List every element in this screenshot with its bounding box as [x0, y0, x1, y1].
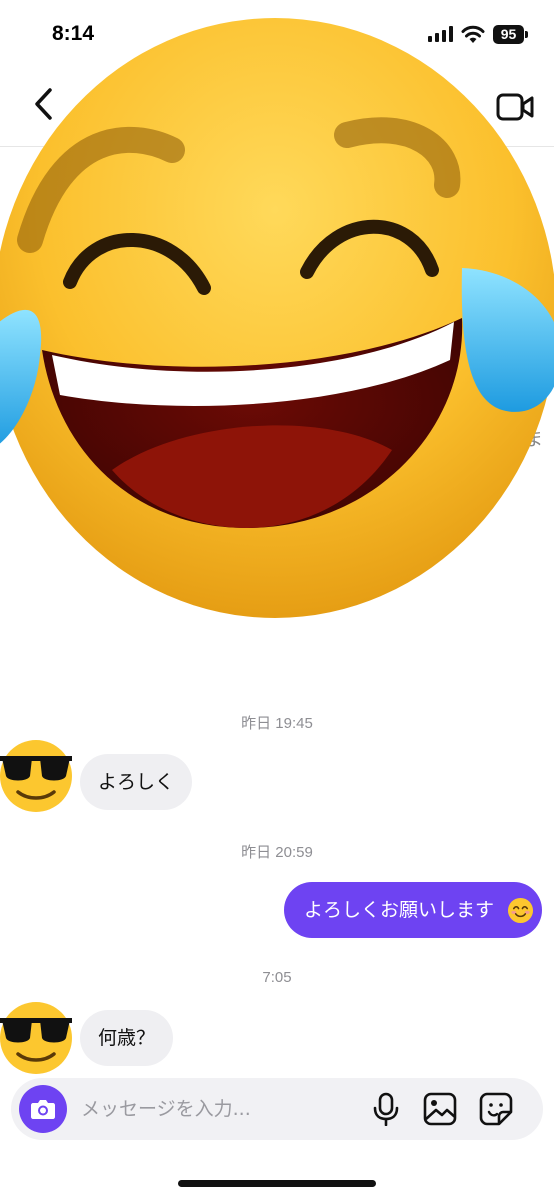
sunglasses-face-avatar-icon[interactable] — [0, 996, 76, 1076]
message-text: よろしく — [98, 771, 175, 793]
message-text: よろしくお願いします — [303, 899, 494, 921]
message-timestamp: 昨日 20:59 — [241, 844, 313, 861]
message-input[interactable] — [81, 1094, 351, 1124]
outgoing-message-bubble[interactable]: よろしくお願いします — [283, 882, 542, 938]
camera-icon — [31, 1100, 55, 1119]
sticker-icon[interactable] — [479, 1092, 513, 1126]
message-timestamp: 7:05 — [262, 969, 292, 986]
status-bar: 8:14 95 — [0, 0, 554, 70]
camera-button[interactable] — [19, 1085, 67, 1133]
microphone-icon[interactable] — [371, 1092, 401, 1126]
home-indicator[interactable] — [178, 1180, 376, 1187]
message-timestamp: 昨日 19:45 — [241, 715, 313, 732]
image-icon[interactable] — [423, 1092, 457, 1126]
incoming-message-bubble[interactable]: よろしく — [80, 754, 193, 810]
battery-indicator: 95 — [493, 25, 528, 44]
sunglasses-face-avatar-icon[interactable] — [0, 734, 76, 814]
message-composer — [11, 1078, 543, 1140]
wifi-icon — [461, 25, 485, 43]
cellular-signal-icon — [428, 26, 453, 42]
incoming-message-bubble[interactable]: 何歳？ — [80, 1010, 174, 1066]
face-with-tears-of-joy-icon — [0, 18, 554, 618]
status-time: 8:14 — [52, 22, 95, 45]
smiling-face-icon — [507, 897, 534, 924]
message-text: 何歳？ — [98, 1027, 156, 1049]
